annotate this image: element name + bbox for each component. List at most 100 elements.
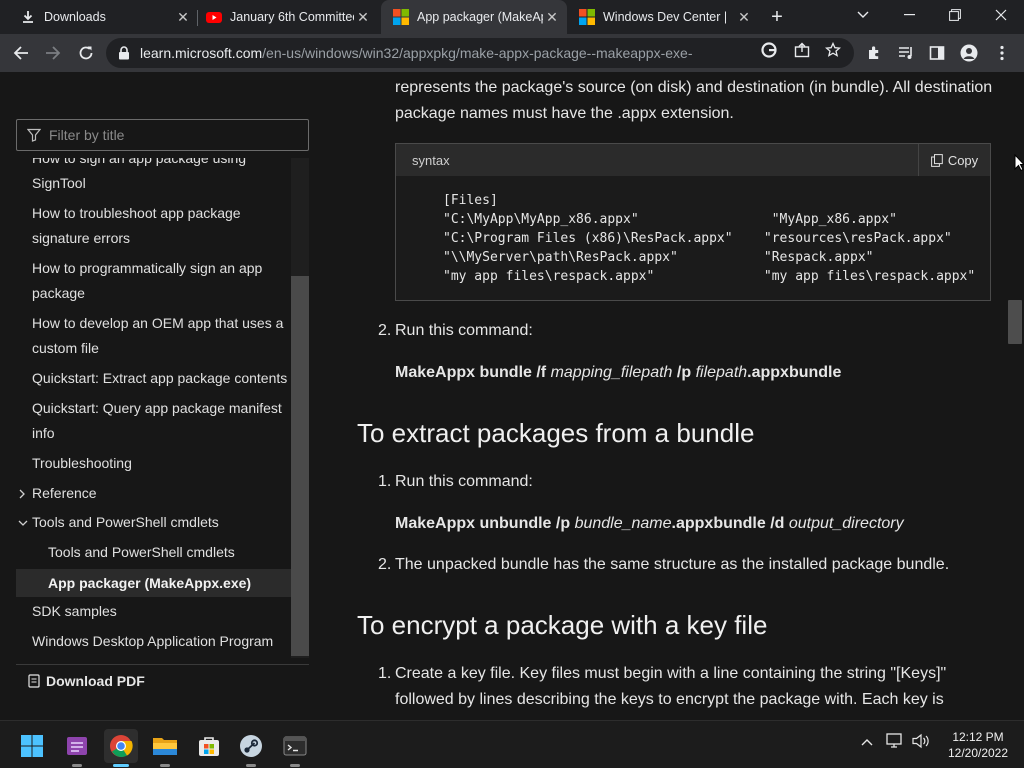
taskbar-app-store[interactable]: [192, 729, 226, 763]
toc-scrollbar[interactable]: [291, 158, 309, 658]
taskbar-app-file-explorer[interactable]: [148, 729, 182, 767]
running-indicator: [290, 764, 300, 767]
code-block-header: syntax Copy: [396, 144, 990, 176]
running-indicator: [160, 764, 170, 767]
toc-item-quickstart-query-cont[interactable]: info: [16, 421, 292, 446]
lock-icon[interactable]: [118, 46, 130, 60]
reload-button[interactable]: [73, 40, 99, 66]
share-icon[interactable]: [793, 41, 811, 59]
toc-item-quickstart-extract[interactable]: Quickstart: Extract app package contents: [16, 366, 292, 391]
list-number: 1.: [378, 665, 392, 682]
toc-item-quickstart-query[interactable]: Quickstart: Query app package manifest: [16, 396, 292, 421]
tab-january-6th[interactable]: January 6th Committee ✕: [206, 0, 378, 34]
google-lens-icon[interactable]: [760, 41, 778, 59]
start-button[interactable]: [15, 729, 49, 763]
toc-item-desktop-app-program[interactable]: Windows Desktop Application Program: [16, 629, 292, 654]
cmd-part: output_directory: [788, 515, 904, 532]
toc-item-oem-app[interactable]: How to develop an OEM app that uses a: [16, 311, 292, 336]
restore-button[interactable]: [932, 0, 978, 30]
toc-item-troubleshoot-signature-cont[interactable]: signature errors: [16, 226, 292, 251]
tab-app-packager[interactable]: App packager (MakeAp ✕: [381, 0, 567, 34]
tab-downloads[interactable]: Downloads ✕: [20, 0, 198, 34]
filter-icon: [26, 128, 42, 142]
toc-item-sign-signtool[interactable]: How to sign an app package using: [16, 158, 292, 171]
back-button[interactable]: [8, 40, 34, 66]
reading-list-icon[interactable]: [895, 42, 917, 64]
side-panel-icon[interactable]: [926, 42, 948, 64]
taskbar-app-steam[interactable]: [234, 729, 268, 767]
copy-icon: [930, 154, 943, 167]
chevron-down-icon[interactable]: [18, 510, 28, 536]
toc-item-oem-app-cont[interactable]: custom file: [16, 336, 292, 361]
address-bar[interactable]: learn.microsoft.com/en-us/windows/win32/…: [106, 38, 854, 68]
step-text: The unpacked bundle has the same structu…: [395, 556, 950, 573]
tab-search-icon[interactable]: [840, 0, 886, 30]
volume-icon[interactable]: [912, 733, 930, 752]
url-host: learn.microsoft.com: [140, 45, 263, 61]
tab-title: January 6th Committee: [230, 10, 354, 24]
tab-windows-dev-center[interactable]: Windows Dev Center | ✕: [579, 0, 759, 34]
network-icon[interactable]: [886, 733, 904, 752]
browser-tab-strip: Downloads ✕ January 6th Committee ✕ App …: [0, 0, 1024, 34]
toc-item-reference[interactable]: Reference: [16, 481, 292, 506]
copy-label: Copy: [947, 152, 979, 168]
microsoft-icon: [579, 9, 595, 25]
forward-button[interactable]: [40, 40, 66, 66]
toc-sidebar: Filter by title How to sign an app packa…: [0, 72, 340, 720]
youtube-icon: [206, 9, 222, 25]
extensions-icon[interactable]: [863, 42, 885, 64]
code-text[interactable]: [Files] "C:\MyApp\MyApp_x86.appx" "MyApp…: [396, 176, 990, 286]
close-tab-icon[interactable]: ✕: [354, 8, 372, 26]
step-text: Run this command:: [395, 473, 533, 490]
bookmark-star-icon[interactable]: [824, 41, 842, 59]
filter-input[interactable]: Filter by title: [16, 119, 309, 151]
new-tab-button[interactable]: +: [766, 6, 788, 28]
toc-item-sign-signtool-cont[interactable]: SignTool: [16, 171, 292, 196]
toc-item-app-packager[interactable]: App packager (MakeAppx.exe): [16, 569, 292, 597]
close-window-button[interactable]: [978, 0, 1024, 30]
list-number: 2.: [378, 556, 392, 573]
cmd-part: bundle_name: [574, 515, 672, 532]
cmd-part: MakeAppx bundle /f: [395, 364, 551, 381]
taskbar-app-notes[interactable]: [60, 729, 94, 767]
toc-scrollbar-thumb[interactable]: [291, 276, 309, 656]
unbundle-command: MakeAppx unbundle /p bundle_name.appxbun…: [395, 511, 904, 537]
toc-item-tools-cmdlets[interactable]: Tools and PowerShell cmdlets: [16, 510, 292, 535]
toc-item-sdk-samples[interactable]: SDK samples: [16, 599, 292, 624]
download-icon: [20, 9, 36, 25]
close-tab-icon[interactable]: ✕: [735, 8, 753, 26]
taskbar-app-chrome[interactable]: [104, 729, 138, 767]
system-clock[interactable]: 12:12 PM 12/20/2022: [940, 729, 1016, 761]
tab-title: Windows Dev Center |: [603, 10, 728, 24]
article-content: represents the package's source (on disk…: [340, 72, 1005, 720]
close-tab-icon[interactable]: ✕: [174, 8, 192, 26]
tab-title: App packager (MakeAp: [417, 10, 543, 24]
cmd-part: MakeAppx unbundle /p: [395, 515, 575, 532]
chevron-right-icon[interactable]: [18, 481, 26, 508]
cmd-part: /p: [672, 364, 696, 381]
profile-avatar-icon[interactable]: [958, 42, 980, 64]
microsoft-icon: [393, 9, 409, 25]
menu-kebab-icon[interactable]: [991, 42, 1013, 64]
minimize-button[interactable]: [886, 0, 932, 30]
code-block: syntax Copy [Files] "C:\MyApp\MyApp_x86.…: [395, 143, 991, 301]
bundle-command: MakeAppx bundle /f mapping_filepath /p f…: [395, 360, 841, 386]
page-scrollbar-thumb[interactable]: [1008, 300, 1022, 344]
download-pdf-link[interactable]: Download PDF: [16, 664, 309, 696]
taskbar-app-terminal[interactable]: [278, 729, 312, 767]
intro-paragraph-line2: package names must have the .appx extens…: [395, 105, 734, 122]
tab-title: Downloads: [44, 10, 106, 24]
show-hidden-icons-chevron-up-icon[interactable]: [861, 733, 873, 749]
toc-item-label: Reference: [32, 485, 97, 501]
copy-button[interactable]: Copy: [918, 144, 990, 176]
toc-item-programmatic-sign[interactable]: How to programmatically sign an app: [16, 256, 292, 281]
toc-item-troubleshooting[interactable]: Troubleshooting: [16, 451, 292, 476]
toc-item-troubleshoot-signature[interactable]: How to troubleshoot app package: [16, 201, 292, 226]
step-text-line1: Create a key file. Key files must begin …: [395, 665, 947, 682]
toc-item-programmatic-sign-cont[interactable]: package: [16, 281, 292, 306]
running-indicator: [72, 764, 82, 767]
toc-item-label: Tools and PowerShell cmdlets: [32, 514, 219, 530]
close-tab-icon[interactable]: ✕: [543, 8, 561, 26]
clock-date: 12/20/2022: [947, 746, 1009, 760]
toc-item-tools-cmdlets-sub[interactable]: Tools and PowerShell cmdlets: [16, 540, 292, 565]
